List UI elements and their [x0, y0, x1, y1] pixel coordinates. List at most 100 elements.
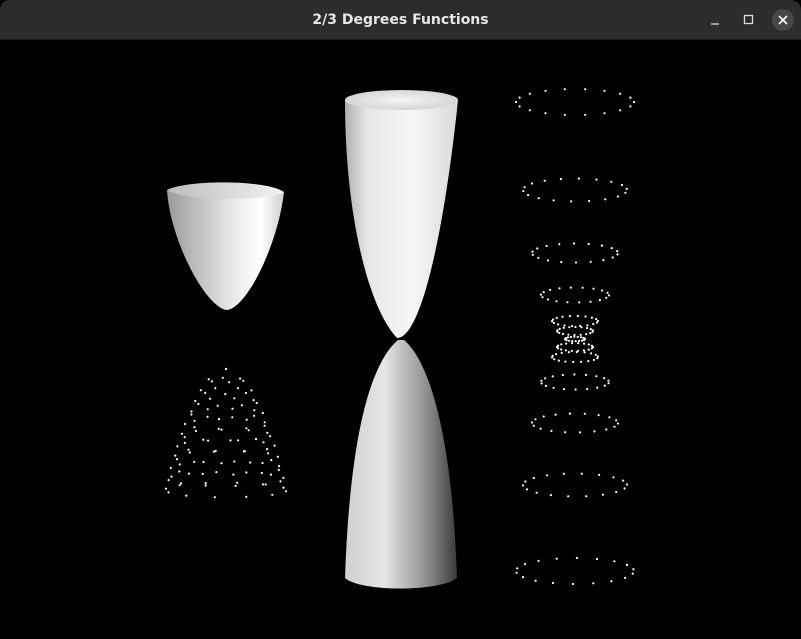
point	[570, 349, 573, 352]
point	[240, 404, 243, 407]
point	[236, 481, 239, 484]
point	[590, 352, 593, 355]
point	[629, 96, 632, 99]
point	[532, 424, 535, 427]
point	[560, 351, 563, 354]
point	[603, 377, 606, 380]
point	[194, 399, 197, 403]
point	[587, 242, 590, 246]
point	[563, 324, 566, 327]
point	[561, 373, 564, 377]
minimize-button[interactable]	[704, 9, 726, 31]
point	[236, 387, 239, 390]
point	[193, 460, 196, 463]
point	[558, 243, 561, 246]
point	[571, 324, 574, 328]
point	[560, 348, 563, 351]
point	[587, 343, 590, 346]
point	[624, 576, 627, 580]
point	[562, 388, 566, 391]
point	[584, 315, 587, 318]
point	[616, 253, 619, 256]
point	[531, 182, 534, 185]
point	[549, 288, 552, 291]
minimize-icon	[711, 23, 719, 25]
point	[521, 484, 525, 487]
point	[233, 460, 236, 463]
point	[245, 495, 248, 498]
render-canvas[interactable]	[0, 40, 801, 639]
point-cloud-paraboloid	[164, 367, 288, 499]
point	[615, 419, 618, 422]
point	[555, 557, 558, 560]
point	[185, 494, 188, 497]
point	[552, 199, 555, 202]
point	[580, 360, 583, 363]
point	[595, 321, 599, 324]
point	[558, 331, 561, 334]
close-button[interactable]	[772, 9, 794, 31]
point	[175, 458, 179, 461]
point	[579, 333, 582, 336]
point	[610, 580, 613, 583]
point	[174, 454, 177, 457]
point	[220, 462, 223, 465]
point	[623, 487, 626, 490]
point	[571, 340, 574, 343]
shaded-hourglass	[345, 90, 458, 589]
point	[589, 300, 592, 303]
point	[564, 431, 567, 434]
point	[631, 572, 634, 575]
point	[600, 244, 604, 247]
point	[560, 343, 563, 346]
point	[188, 451, 191, 454]
point	[242, 379, 245, 382]
point	[574, 340, 577, 343]
point	[590, 316, 594, 319]
point	[613, 425, 616, 428]
point	[573, 335, 576, 338]
point	[587, 348, 590, 351]
point	[515, 571, 518, 574]
point	[592, 582, 595, 585]
point	[215, 471, 218, 474]
point	[233, 397, 236, 400]
point	[589, 332, 592, 335]
point	[228, 381, 231, 384]
point	[616, 422, 620, 425]
point	[202, 460, 205, 464]
point	[545, 244, 548, 247]
point	[544, 377, 547, 380]
point	[586, 324, 589, 327]
point	[204, 484, 207, 487]
point	[252, 399, 255, 402]
scene-svg	[164, 88, 636, 589]
point	[573, 373, 576, 376]
point	[567, 351, 571, 354]
point	[217, 418, 221, 421]
point	[527, 193, 530, 197]
point	[568, 315, 572, 318]
point	[601, 493, 605, 496]
point	[183, 441, 186, 444]
point	[253, 409, 256, 412]
point	[585, 333, 588, 336]
point	[595, 317, 598, 321]
point	[558, 327, 561, 330]
maximize-button[interactable]	[737, 9, 759, 31]
point	[568, 326, 571, 329]
maximize-icon	[743, 14, 754, 25]
point	[514, 100, 518, 104]
point	[245, 418, 248, 421]
point	[594, 353, 597, 356]
point	[528, 109, 531, 112]
point	[231, 407, 234, 410]
title-bar[interactable]: 2/3 Degrees Functions	[0, 0, 801, 40]
point	[178, 463, 181, 466]
point	[604, 198, 607, 201]
point	[544, 384, 548, 387]
close-icon	[778, 15, 788, 25]
point	[262, 441, 265, 444]
point	[535, 491, 538, 494]
point	[267, 452, 270, 455]
